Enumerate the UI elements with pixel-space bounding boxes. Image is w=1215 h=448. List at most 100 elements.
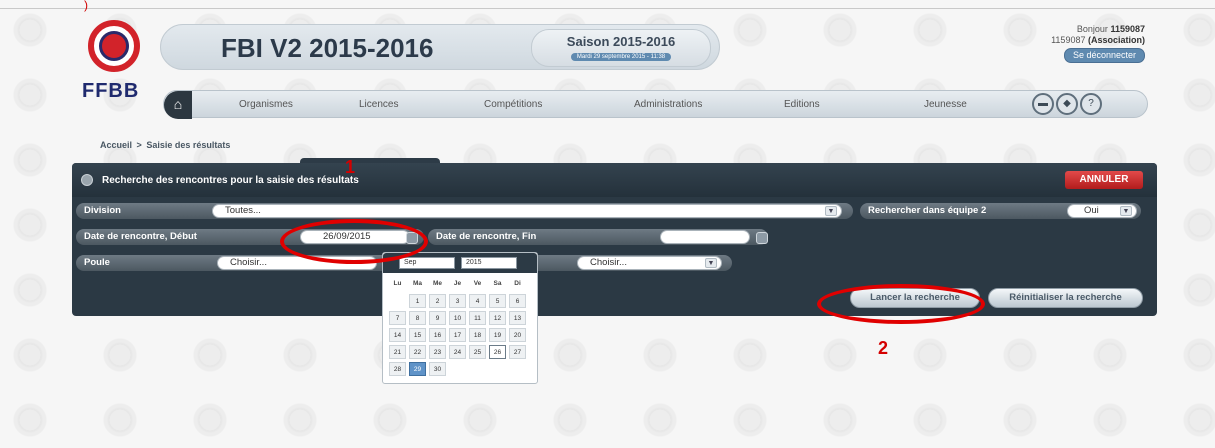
panel-title: Recherche des rencontres pour la saisie … <box>102 175 359 186</box>
chevron-down-icon: ▼ <box>1120 206 1132 216</box>
weekday-label: Lu <box>393 280 402 287</box>
logo-text: FFBB <box>82 80 140 102</box>
breadcrumb-current: Saisie des résultats <box>146 140 231 150</box>
nav-item-organismes[interactable]: Organismes <box>239 99 293 110</box>
nav-item-administrations[interactable]: Administrations <box>634 99 702 110</box>
user-id: 1159087 <box>1110 24 1145 34</box>
search-team2-label: Rechercher dans équipe 2 <box>868 205 987 216</box>
day-cell[interactable]: 1 <box>409 294 426 308</box>
panel-toggle-icon[interactable] <box>81 174 93 186</box>
greeting-prefix: Bonjour <box>1076 24 1108 34</box>
day-cell[interactable]: 20 <box>509 328 526 342</box>
annotation-number-1: 1 <box>345 157 356 177</box>
date-start-label: Date de rencontre, Début <box>84 231 197 242</box>
user-line: 1159087 (Association) <box>1051 35 1145 46</box>
day-cell[interactable]: 9 <box>429 311 446 325</box>
season-banner: Saison 2015-2016 Mardi 29 septembre 2015… <box>531 29 711 67</box>
user-line-id: 1159087 <box>1051 35 1086 45</box>
cancel-button[interactable]: ANNULER <box>1065 171 1143 189</box>
home-icon[interactable]: ⌂ <box>164 91 192 119</box>
date-end-label: Date de rencontre, Fin <box>436 231 537 242</box>
day-cell[interactable]: 21 <box>389 345 406 359</box>
poule-value: Choisir... <box>230 257 267 268</box>
day-cell[interactable]: 24 <box>449 345 466 359</box>
message-icon[interactable]: ▬ <box>1032 93 1054 115</box>
breadcrumb-home[interactable]: Accueil <box>100 140 132 150</box>
nav-item-licences[interactable]: Licences <box>359 99 398 110</box>
logo-circle <box>88 20 140 72</box>
day-cell[interactable]: 23 <box>429 345 446 359</box>
reset-button[interactable]: Réinitialiser la recherche <box>988 288 1143 308</box>
greeting: Bonjour 1159087 <box>1051 24 1145 35</box>
day-cell[interactable]: 4 <box>469 294 486 308</box>
day-cell[interactable]: 10 <box>449 311 466 325</box>
title-banner: FBI V2 2015-2016 Saison 2015-2016 Mardi … <box>160 24 720 70</box>
main-nav: ⌂ Organismes Licences Compétitions Admin… <box>163 90 1148 119</box>
month-value: Sep <box>404 259 417 266</box>
chevron-down-icon: ▼ <box>825 206 837 216</box>
year-select[interactable]: 2015 <box>461 257 517 269</box>
day-cell[interactable]: 6 <box>509 294 526 308</box>
week-row: 14 15 16 17 18 19 20 <box>389 328 529 342</box>
logout-button[interactable]: Se déconnecter <box>1063 48 1145 63</box>
day-cell[interactable]: 26 <box>489 345 506 359</box>
day-cell[interactable]: 7 <box>389 311 406 325</box>
weekday-label: Di <box>514 280 521 287</box>
search-team2-select[interactable]: Oui ▼ <box>1067 204 1137 218</box>
weekday-label: Ve <box>473 280 482 287</box>
bookmark-icon[interactable]: ◆ <box>1056 93 1078 115</box>
nav-item-jeunesse[interactable]: Jeunesse <box>924 99 967 110</box>
second-select[interactable]: Choisir... ▼ <box>577 256 722 270</box>
week-row: 123456 <box>389 294 529 308</box>
day-cell[interactable]: 2 <box>429 294 446 308</box>
empty-cell <box>389 294 406 308</box>
season-title: Saison 2015-2016 <box>566 34 676 49</box>
day-cell[interactable]: 16 <box>429 328 446 342</box>
day-cell[interactable]: 25 <box>469 345 486 359</box>
weekday-label: Me <box>432 280 443 287</box>
annotation-ring-1 <box>280 219 428 264</box>
day-cell[interactable]: 29 <box>409 362 426 376</box>
day-cell[interactable]: 18 <box>469 328 486 342</box>
weekday-label: Ma <box>412 280 423 287</box>
day-cell[interactable]: 22 <box>409 345 426 359</box>
breadcrumb-separator: > <box>136 140 142 150</box>
day-cell[interactable]: 8 <box>409 311 426 325</box>
date-end-input[interactable] <box>660 230 750 244</box>
chevron-down-icon: ▼ <box>705 258 717 268</box>
empty-cell <box>489 362 506 376</box>
empty-cell <box>509 362 526 376</box>
help-icon[interactable]: ? <box>1080 93 1102 115</box>
day-cell[interactable]: 15 <box>409 328 426 342</box>
day-cell[interactable]: 12 <box>489 311 506 325</box>
week-row: 21 22 23 24 25 26 27 <box>389 345 529 359</box>
day-cell[interactable]: 27 <box>509 345 526 359</box>
day-cell[interactable]: 5 <box>489 294 506 308</box>
day-cell[interactable]: 30 <box>429 362 446 376</box>
division-select[interactable]: Toutes... ▼ <box>212 204 842 218</box>
day-cell[interactable]: 17 <box>449 328 466 342</box>
division-value: Toutes... <box>225 205 261 216</box>
top-border <box>0 8 1215 9</box>
day-cell[interactable]: 3 <box>449 294 466 308</box>
basketball-icon <box>99 31 129 61</box>
datepicker-grid: Lu Ma Me Je Ve Sa Di 1 2 3 4 5 6 7 8 9 10 11 12 13 14 15 16 17 1… <box>389 277 529 379</box>
weekday-label: Sa <box>493 280 502 287</box>
search-team2-value: Oui <box>1084 205 1099 216</box>
day-cell[interactable]: 11 <box>469 311 486 325</box>
app-title: FBI V2 2015-2016 <box>221 33 434 63</box>
day-cell[interactable]: 19 <box>489 328 506 342</box>
calendar-icon[interactable] <box>756 232 768 244</box>
day-cell[interactable]: 28 <box>389 362 406 376</box>
nav-item-editions[interactable]: Editions <box>784 99 820 110</box>
nav-item-competitions[interactable]: Compétitions <box>484 99 542 110</box>
search-panel: Recherche des rencontres pour la saisie … <box>72 163 1157 316</box>
empty-cell <box>449 362 466 376</box>
month-select[interactable]: Sep <box>399 257 455 269</box>
ffbb-logo[interactable]: FFBB <box>82 20 152 130</box>
empty-cell <box>469 362 486 376</box>
corner-mark: ) <box>84 0 88 12</box>
user-box: Bonjour 1159087 1159087 (Association) Se… <box>1051 24 1145 63</box>
day-cell[interactable]: 14 <box>389 328 406 342</box>
day-cell[interactable]: 13 <box>509 311 526 325</box>
